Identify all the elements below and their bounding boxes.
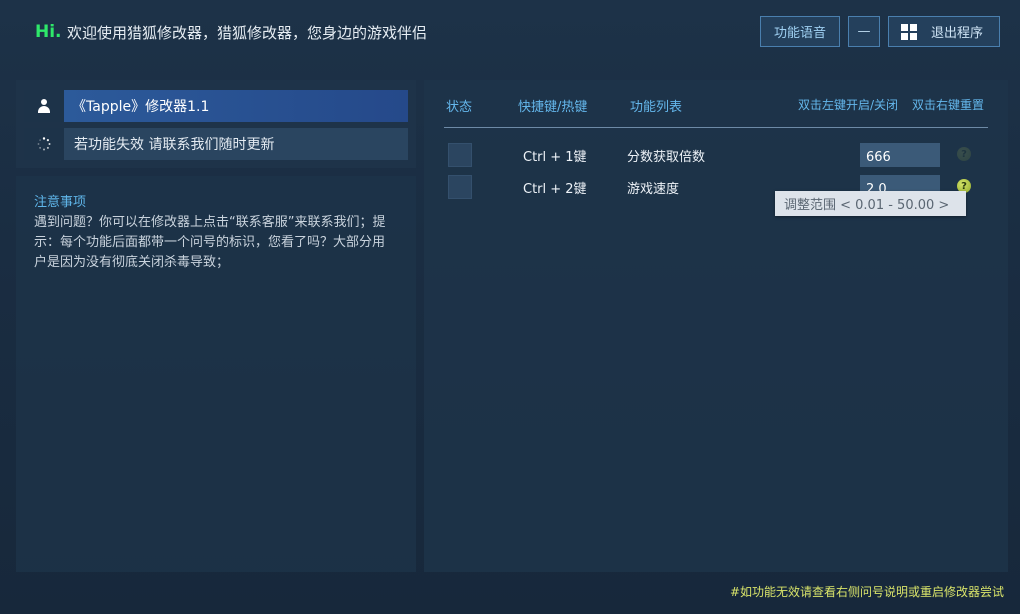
notice-title: 注意事项 — [34, 195, 87, 210]
game-info-panel: 《Tapple》修改器1.1 若功能失效 请联系我们随时更新 — [16, 80, 416, 168]
minimize-label: — — [857, 24, 871, 39]
update-notice: 若功能失效 请联系我们随时更新 — [64, 128, 408, 160]
feature-name[interactable]: 游戏速度 — [627, 178, 679, 197]
hotkey-label: Ctrl + 2键 — [523, 182, 587, 197]
table-row: Ctrl + 1键 分数获取倍数 666 ? — [424, 143, 1008, 167]
notice-panel: 注意事项 遇到问题？你可以在修改器上点击“联系客服”来联系我们；提示：每个功能后… — [16, 176, 416, 572]
range-tooltip: 调整范围 < 0.01 - 50.00 > — [775, 191, 966, 216]
value-input[interactable]: 666 — [860, 143, 940, 167]
exit-button[interactable]: 退出程序 — [888, 16, 1000, 47]
column-header-list: 功能列表 — [630, 100, 683, 115]
notice-text: 遇到问题？你可以在修改器上点击“联系客服”来联系我们；提示：每个功能后面都带一个… — [34, 215, 386, 270]
hotkey-label: Ctrl + 1键 — [523, 150, 587, 165]
feature-name[interactable]: 分数获取倍数 — [627, 146, 705, 165]
hint-double-left-click: 双击左键开启/关闭 — [798, 98, 899, 112]
welcome-text: 欢迎使用猎狐修改器，猎狐修改器，您身边的游戏伴侣 — [67, 24, 428, 42]
status-toggle[interactable] — [448, 143, 472, 167]
windows-icon — [901, 23, 917, 40]
title-bar: Hi. 欢迎使用猎狐修改器，猎狐修改器，您身边的游戏伴侣 功能语音 — 退出程序 — [0, 0, 1020, 64]
help-icon[interactable]: ? — [957, 147, 971, 161]
footer-note: #如功能无效请查看右侧问号说明或重启修改器尝试 — [729, 585, 1004, 599]
column-header-status: 状态 — [446, 100, 473, 115]
status-toggle[interactable] — [448, 175, 472, 199]
exit-button-label: 退出程序 — [931, 26, 984, 41]
sidebar-item-title[interactable]: 《Tapple》修改器1.1 — [24, 90, 408, 122]
column-header-hotkey: 快捷键/热键 — [518, 100, 588, 115]
loading-icon — [37, 137, 51, 151]
trainer-title: 《Tapple》修改器1.1 — [64, 90, 408, 122]
sidebar-item-update[interactable]: 若功能失效 请联系我们随时更新 — [24, 128, 408, 160]
feature-panel: 状态 快捷键/热键 功能列表 双击左键开启/关闭 双击右键重置 Ctrl + 1… — [424, 80, 1008, 572]
hi-logo: Hi. — [35, 22, 62, 42]
hint-double-right-click: 双击右键重置 — [912, 98, 985, 112]
user-icon — [37, 99, 51, 113]
voice-button-label: 功能语音 — [773, 26, 826, 41]
header-divider — [444, 127, 988, 128]
voice-button[interactable]: 功能语音 — [760, 16, 840, 47]
minimize-button[interactable]: — — [848, 16, 880, 47]
